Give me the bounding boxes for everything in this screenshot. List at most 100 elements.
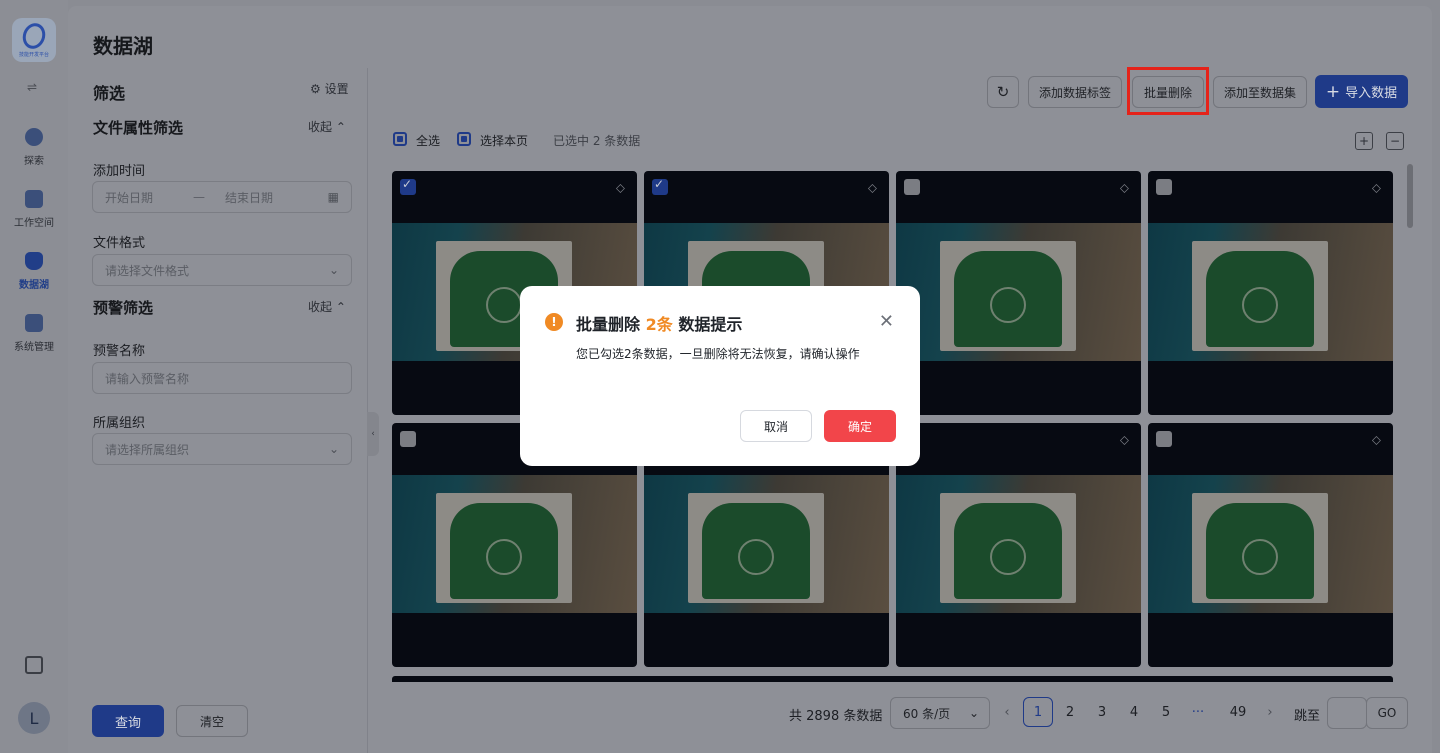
refresh-button[interactable]: ↻ <box>987 76 1019 108</box>
add-to-dataset-button[interactable]: 添加至数据集 <box>1213 76 1307 108</box>
avatar[interactable]: L <box>18 702 50 734</box>
image-card[interactable]: ⬦ <box>1148 171 1393 415</box>
page-size-select[interactable]: 60 条/页 ⌄ <box>890 697 990 729</box>
zoom-out-icon[interactable]: − <box>1386 132 1404 150</box>
clear-button[interactable]: 清空 <box>176 705 248 737</box>
batch-delete-button[interactable]: 批量删除 <box>1132 76 1204 108</box>
page-49[interactable]: 49 <box>1223 697 1253 727</box>
jump-input[interactable] <box>1327 697 1367 729</box>
zoom-in-icon[interactable]: + <box>1355 132 1373 150</box>
target-ring <box>990 287 1026 323</box>
history-file-icon[interactable] <box>25 656 43 674</box>
page-4[interactable]: 4 <box>1119 697 1149 727</box>
dialog-title-post: 数据提示 <box>678 315 743 334</box>
refresh-icon: ↻ <box>996 83 1010 101</box>
filter-settings-link[interactable]: ⚙ 设置 <box>310 80 349 97</box>
dialog-title: 批量删除 2条 数据提示 <box>576 311 742 335</box>
logo-mark-icon <box>19 19 49 52</box>
cancel-button[interactable]: 取消 <box>740 410 812 442</box>
terminal-folder-icon <box>25 190 43 208</box>
thumbnail-image <box>896 475 1141 613</box>
tag-icon[interactable]: ⬦ <box>1120 433 1129 448</box>
card-checkbox[interactable] <box>1156 431 1172 447</box>
thumbnail-image <box>1148 223 1393 361</box>
planet-icon <box>25 128 43 146</box>
select-all-label[interactable]: 全选 <box>416 132 440 149</box>
file-format-select[interactable]: 请选择文件格式 ⌄ <box>92 254 352 286</box>
page-ellipsis[interactable]: ··· <box>1183 697 1213 727</box>
target-board <box>940 241 1076 351</box>
rail-item-system[interactable]: 系统管理 <box>0 314 68 353</box>
confirm-delete-dialog: ! 批量删除 2条 数据提示 ✕ 您已勾选2条数据，一旦删除将无法恢复，请确认操… <box>520 286 920 466</box>
target-ring <box>486 539 522 575</box>
date-range-picker[interactable]: 开始日期 — 结束日期 ▦ <box>92 181 352 213</box>
start-date-input[interactable]: 开始日期 <box>105 189 153 206</box>
tag-icon[interactable]: ⬦ <box>616 181 625 196</box>
confirm-button[interactable]: 确定 <box>824 410 896 442</box>
target-ring <box>1242 539 1278 575</box>
tag-icon[interactable]: ⬦ <box>1372 181 1381 196</box>
add-tag-button[interactable]: 添加数据标签 <box>1028 76 1122 108</box>
card-checkbox[interactable] <box>904 179 920 195</box>
import-data-button[interactable]: + 导入数据 <box>1315 75 1408 108</box>
image-card[interactable]: ⬦ <box>896 171 1141 415</box>
tag-icon[interactable]: ⬦ <box>1372 433 1381 448</box>
query-button[interactable]: 查询 <box>92 705 164 737</box>
target-silhouette <box>954 503 1062 599</box>
prev-page-icon[interactable]: ‹ <box>992 697 1022 727</box>
gear-icon: ⚙ <box>310 82 325 96</box>
page-2[interactable]: 2 <box>1055 697 1085 727</box>
filter-settings-label: 设置 <box>324 82 349 96</box>
server-icon <box>25 314 43 332</box>
page-1[interactable]: 1 <box>1023 697 1053 727</box>
go-button[interactable]: GO <box>1366 697 1408 729</box>
tag-icon[interactable]: ⬦ <box>868 181 877 196</box>
thumbnail-image <box>644 475 889 613</box>
rail-toggle-icon[interactable]: ⇌ <box>27 80 37 94</box>
rail-item-label: 数据湖 <box>19 280 49 291</box>
app-logo[interactable]: 技能开发平台 <box>12 18 56 62</box>
alert-name-input[interactable]: 请输入预警名称 <box>92 362 352 394</box>
select-all-checkbox[interactable] <box>393 132 407 146</box>
target-ring <box>990 539 1026 575</box>
page-5[interactable]: 5 <box>1151 697 1181 727</box>
jump-label: 跳至 <box>1294 709 1321 724</box>
rail-item-explore[interactable]: 探索 <box>0 128 68 167</box>
page-size-value: 60 条/页 <box>903 706 951 721</box>
target-silhouette <box>450 503 558 599</box>
page-3[interactable]: 3 <box>1087 697 1117 727</box>
target-silhouette <box>954 251 1062 347</box>
close-icon[interactable]: ✕ <box>879 311 894 332</box>
next-page-icon[interactable]: › <box>1255 697 1285 727</box>
dialog-title-count: 2条 <box>645 315 673 334</box>
collapse-panel-handle[interactable]: ‹ <box>367 412 379 456</box>
alert-name-label: 预警名称 <box>93 344 146 359</box>
select-page-label[interactable]: 选择本页 <box>480 132 528 149</box>
select-page-checkbox[interactable] <box>457 132 471 146</box>
import-label: 导入数据 <box>1345 86 1398 101</box>
chevron-down-icon: ⌄ <box>328 442 339 456</box>
collapse-label: 收起 <box>308 300 333 314</box>
card-checkbox[interactable] <box>652 177 668 195</box>
tag-icon[interactable]: ⬦ <box>1120 181 1129 196</box>
scrollbar[interactable] <box>1407 164 1413 228</box>
target-ring <box>486 287 522 323</box>
org-select[interactable]: 请选择所属组织 ⌄ <box>92 433 352 465</box>
card-checkbox[interactable] <box>400 431 416 447</box>
card-checkbox[interactable] <box>400 177 416 195</box>
rail-item-workspace[interactable]: 工作空间 <box>0 190 68 229</box>
target-silhouette <box>702 503 810 599</box>
date-separator: — <box>193 190 206 204</box>
card-checkbox[interactable] <box>1156 179 1172 195</box>
collapse-alert[interactable]: 收起 ⌃ <box>308 298 346 315</box>
warning-icon: ! <box>545 313 563 331</box>
total-count: 共 2898 条数据 <box>789 709 883 724</box>
calendar-icon[interactable]: ▦ <box>328 190 339 204</box>
rail-item-label: 系统管理 <box>14 342 54 353</box>
collapse-file-attr[interactable]: 收起 ⌃ <box>308 118 346 135</box>
image-card[interactable]: ⬦ <box>1148 423 1393 667</box>
thumbnail-image <box>1148 475 1393 613</box>
rail-item-datalake[interactable]: 数据湖 <box>0 252 68 291</box>
end-date-input[interactable]: 结束日期 <box>225 189 273 206</box>
image-card[interactable]: ⬦ <box>896 423 1141 667</box>
